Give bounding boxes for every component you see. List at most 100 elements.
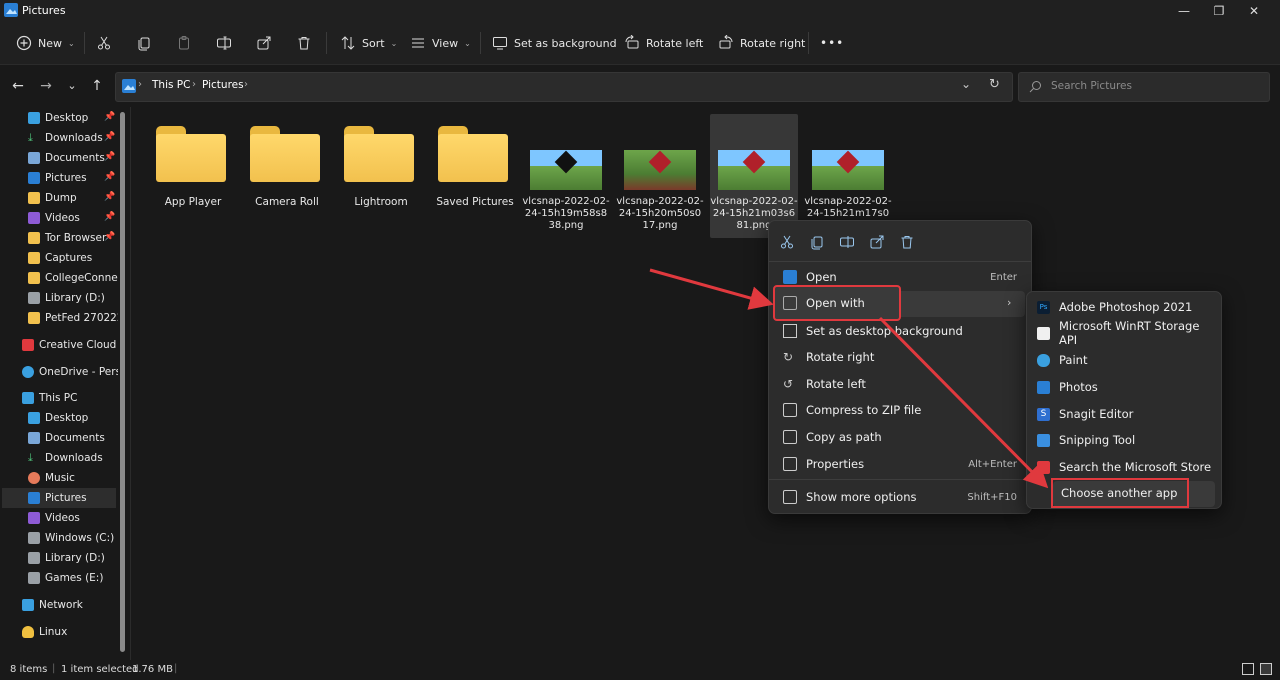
menu-item-copy-as-path[interactable]: Copy as path bbox=[775, 424, 1025, 450]
pin-icon: 📌 bbox=[104, 172, 116, 182]
more-options-icon bbox=[783, 490, 797, 504]
item-name: Saved Pictures bbox=[436, 196, 514, 208]
cut-button[interactable] bbox=[96, 31, 112, 55]
more-options-button[interactable]: ••• bbox=[820, 31, 844, 55]
folder-item[interactable]: Saved Pictures bbox=[428, 118, 516, 238]
search-microsoft-store[interactable]: Search the Microsoft Store bbox=[1033, 454, 1215, 480]
breadcrumb-pictures[interactable]: Pictures bbox=[202, 79, 244, 91]
paste-button[interactable] bbox=[176, 31, 192, 55]
pin-icon: 📌 bbox=[104, 232, 116, 242]
tiles-view-icon[interactable] bbox=[1260, 663, 1272, 675]
menu-item-show-more-options[interactable]: Show more options Shift+F10 bbox=[775, 484, 1025, 510]
sidebar-item-documents-pc[interactable]: Documents bbox=[28, 428, 118, 448]
menu-item-rotate-right[interactable]: ↻ Rotate right bbox=[775, 344, 1025, 370]
breadcrumb-this-pc[interactable]: This PC bbox=[152, 79, 190, 91]
sidebar-item-linux[interactable]: Linux bbox=[22, 622, 118, 642]
menu-item-properties[interactable]: Properties Alt+Enter bbox=[775, 451, 1025, 477]
set-as-background-button[interactable]: Set as background bbox=[492, 31, 617, 55]
sidebar-item-this-pc[interactable]: This PC bbox=[22, 388, 118, 408]
menu-item-open-with[interactable]: Open with bbox=[773, 285, 901, 321]
sidebar-item-music[interactable]: Music bbox=[28, 468, 118, 488]
address-bar[interactable]: › This PC › Pictures › ⌄ ↻ bbox=[115, 72, 1013, 102]
back-arrow-icon[interactable]: ← bbox=[9, 78, 27, 94]
chevron-down-icon: ⌄ bbox=[390, 38, 398, 48]
search-placeholder: Search Pictures bbox=[1051, 80, 1132, 92]
address-history-chevron-icon[interactable]: ⌄ bbox=[961, 77, 971, 91]
breadcrumb-separator-icon: › bbox=[192, 79, 196, 90]
image-item[interactable]: vlcsnap-2022-02-24-15h20m50s017.png bbox=[616, 118, 704, 238]
app-winrt-storage[interactable]: Microsoft WinRT Storage API bbox=[1033, 319, 1215, 347]
minimize-button[interactable]: — bbox=[1166, 0, 1202, 22]
choose-another-app[interactable]: Choose another app bbox=[1051, 478, 1189, 508]
image-item[interactable]: vlcsnap-2022-02-24-15h19m58s838.png bbox=[522, 118, 610, 238]
recent-locations-chevron-icon[interactable]: ⌄ bbox=[63, 78, 81, 94]
sidebar-item-windows-c[interactable]: Windows (C:) bbox=[28, 528, 118, 548]
app-photos[interactable]: Photos bbox=[1033, 374, 1215, 400]
new-label: New bbox=[38, 36, 62, 50]
close-button[interactable]: ✕ bbox=[1236, 0, 1272, 22]
shortcut-label: Shift+F10 bbox=[967, 491, 1017, 503]
sidebar-item-onedrive[interactable]: OneDrive - Persor bbox=[22, 362, 118, 382]
rotate-right-icon bbox=[719, 35, 733, 49]
details-view-icon[interactable] bbox=[1242, 663, 1254, 675]
sidebar-item-creative-cloud[interactable]: Creative Cloud Fil bbox=[22, 335, 118, 355]
app-snipping-tool[interactable]: Snipping Tool bbox=[1033, 427, 1215, 453]
rotate-right-button[interactable]: Rotate right bbox=[718, 31, 805, 55]
sidebar-item-collegeconnect[interactable]: CollegeConnect bbox=[28, 268, 118, 288]
drive-icon bbox=[28, 552, 40, 564]
desktop-background-icon bbox=[783, 324, 797, 338]
search-box[interactable]: Search Pictures bbox=[1018, 72, 1270, 102]
share-icon[interactable] bbox=[869, 234, 885, 250]
maximize-button[interactable]: ❐ bbox=[1201, 0, 1237, 22]
rotate-left-button[interactable]: Rotate left bbox=[624, 31, 703, 55]
sidebar-item-downloads-pc[interactable]: ⤓ Downloads bbox=[28, 448, 118, 468]
menu-item-set-desktop-background[interactable]: Set as desktop background bbox=[775, 318, 1025, 344]
rename-button[interactable] bbox=[216, 31, 232, 55]
menu-item-rotate-left[interactable]: ↺ Rotate left bbox=[775, 371, 1025, 397]
new-button[interactable]: New ⌄ bbox=[16, 31, 75, 55]
trash-icon[interactable] bbox=[899, 234, 915, 250]
menu-item-compress-zip[interactable]: Compress to ZIP file bbox=[775, 397, 1025, 423]
folder-item[interactable]: Camera Roll bbox=[240, 118, 328, 238]
music-icon bbox=[28, 472, 40, 484]
rename-icon[interactable] bbox=[839, 234, 855, 250]
folder-icon bbox=[28, 192, 40, 204]
videos-icon bbox=[28, 212, 40, 224]
copy-button[interactable] bbox=[136, 31, 152, 55]
sidebar-item-desktop-pc[interactable]: Desktop bbox=[28, 408, 118, 428]
sidebar-item-petfed[interactable]: PetFed 270222 bbox=[28, 308, 118, 328]
delete-button[interactable] bbox=[296, 31, 312, 55]
cloud-icon bbox=[22, 366, 34, 378]
pin-icon: 📌 bbox=[104, 132, 116, 142]
sidebar-item-captures[interactable]: Captures bbox=[28, 248, 118, 268]
view-button[interactable]: View ⌄ bbox=[410, 31, 471, 55]
item-name: Camera Roll bbox=[255, 196, 319, 208]
item-name: vlcsnap-2022-02-24-15h19m58s838.png bbox=[522, 196, 610, 231]
sidebar-item-videos-pc[interactable]: Videos bbox=[28, 508, 118, 528]
app-photoshop[interactable]: Ps Adobe Photoshop 2021 bbox=[1033, 294, 1215, 320]
sidebar-item-pictures-pc[interactable]: Pictures bbox=[2, 488, 116, 508]
pictures-icon bbox=[28, 492, 40, 504]
folder-item[interactable]: Lightroom bbox=[334, 118, 422, 238]
forward-arrow-icon[interactable]: → bbox=[37, 78, 55, 94]
sidebar-item-library-d-quick[interactable]: Library (D:) bbox=[28, 288, 118, 308]
app-snagit[interactable]: S Snagit Editor bbox=[1033, 401, 1215, 427]
app-paint[interactable]: Paint bbox=[1033, 347, 1215, 373]
desktop-background-icon bbox=[493, 37, 507, 50]
desktop-icon bbox=[28, 112, 40, 124]
sort-button[interactable]: Sort ⌄ bbox=[340, 31, 397, 55]
folder-item[interactable]: App Player bbox=[146, 118, 234, 238]
refresh-icon[interactable]: ↻ bbox=[989, 77, 1000, 92]
sidebar-item-games-e[interactable]: Games (E:) bbox=[28, 568, 118, 588]
scissors-icon[interactable] bbox=[779, 234, 795, 250]
sidebar-item-network[interactable]: Network bbox=[22, 595, 118, 615]
copy-icon bbox=[138, 37, 150, 51]
up-arrow-icon[interactable]: ↑ bbox=[88, 78, 106, 94]
pin-icon: 📌 bbox=[104, 212, 116, 222]
sidebar-item-library-d[interactable]: Library (D:) bbox=[28, 548, 118, 568]
share-button[interactable] bbox=[256, 31, 272, 55]
context-quick-actions bbox=[779, 229, 939, 255]
network-icon bbox=[22, 599, 34, 611]
sidebar-scrollbar[interactable] bbox=[120, 112, 125, 652]
copy-icon[interactable] bbox=[809, 234, 825, 250]
